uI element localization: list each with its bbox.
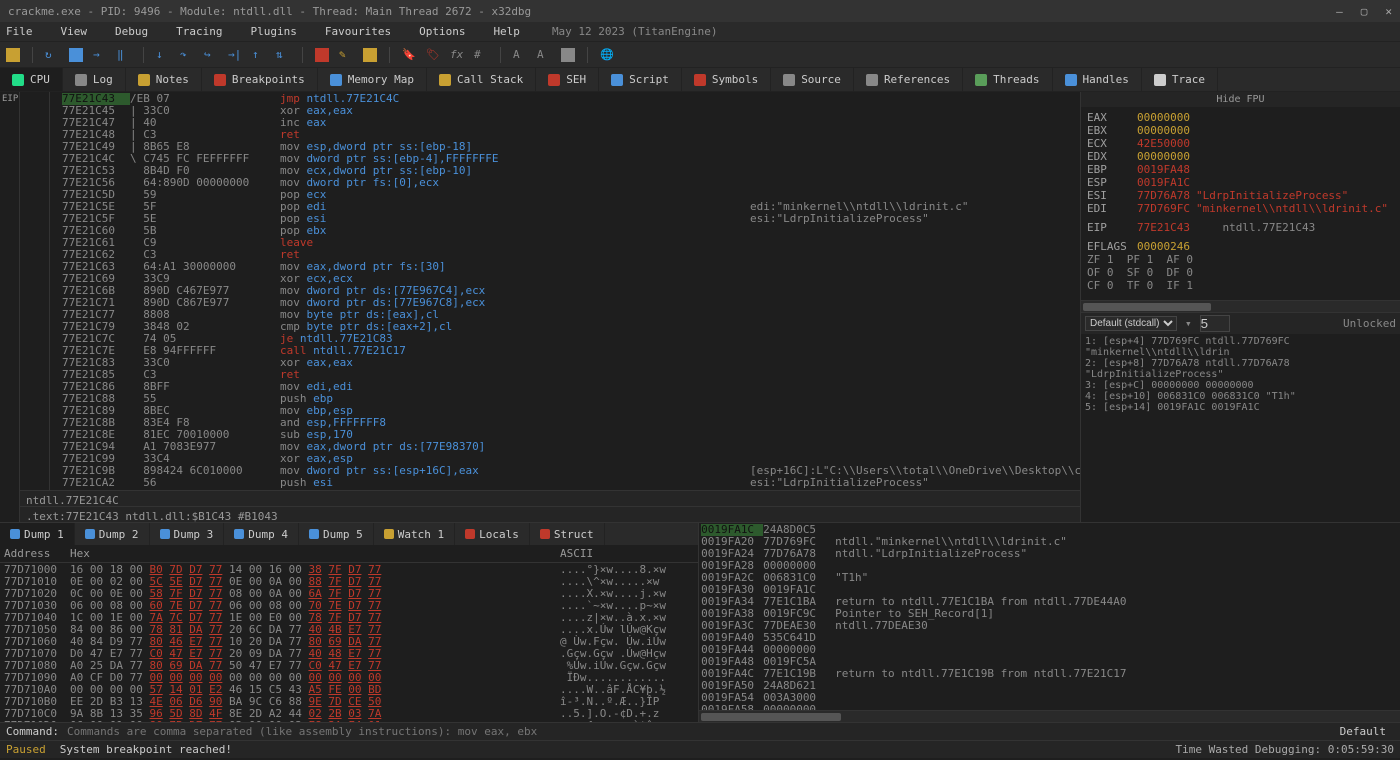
tab-threads[interactable]: Threads bbox=[963, 68, 1052, 91]
step-up-icon[interactable]: ↑ bbox=[252, 48, 266, 62]
run-icon[interactable]: → bbox=[93, 48, 107, 62]
comment-icon[interactable] bbox=[363, 48, 377, 62]
menu-plugins[interactable]: Plugins bbox=[250, 25, 296, 38]
dump-tab-dump-4[interactable]: Dump 4 bbox=[224, 523, 299, 545]
fx-icon[interactable]: fx bbox=[450, 48, 464, 62]
hide-fpu-button[interactable]: Hide FPU bbox=[1081, 92, 1400, 107]
maximize-icon[interactable]: ▢ bbox=[1361, 5, 1368, 18]
hex-dump[interactable]: 77D7100016 00 18 00 B0 7D D7 77 14 00 16… bbox=[0, 563, 698, 722]
stack-view[interactable]: 0019FA1C24A8D0C50019FA2077D769FCntdll."m… bbox=[699, 523, 1400, 710]
status-paused: Paused bbox=[6, 743, 46, 756]
tab-trace[interactable]: Trace bbox=[1142, 68, 1218, 91]
step-out-icon[interactable]: ↪ bbox=[204, 48, 218, 62]
command-label: Command: bbox=[6, 725, 59, 738]
menu-debug[interactable]: Debug bbox=[115, 25, 148, 38]
call-convention-bar: Default (stdcall) ▾ Unlocked bbox=[1081, 312, 1400, 334]
tab-symbols[interactable]: Symbols bbox=[682, 68, 771, 91]
tab-memory-map[interactable]: Memory Map bbox=[318, 68, 427, 91]
tab-breakpoints[interactable]: Breakpoints bbox=[202, 68, 318, 91]
unlock-label[interactable]: Unlocked bbox=[1343, 317, 1396, 330]
eip-indicator: EIP bbox=[0, 92, 20, 522]
dump-header: Address Hex ASCII bbox=[0, 545, 698, 563]
tab-log[interactable]: Log bbox=[63, 68, 126, 91]
title-bar: crackme.exe - PID: 9496 - Module: ntdll.… bbox=[0, 0, 1400, 22]
tab-references[interactable]: References bbox=[854, 68, 963, 91]
bookmark-icon[interactable]: 🔖 bbox=[402, 48, 416, 62]
registers-panel[interactable]: EAX00000000EBX00000000ECX42E50000EDX0000… bbox=[1081, 107, 1400, 300]
info-bar-1: ntdll.77E21C4C bbox=[20, 490, 1080, 506]
dump-tab-locals[interactable]: Locals bbox=[455, 523, 530, 545]
info-bar-2: .text:77E21C43 ntdll.dll:$B1C43 #B1043 bbox=[20, 506, 1080, 522]
dump-tab-struct[interactable]: Struct bbox=[530, 523, 605, 545]
menu-favourites[interactable]: Favourites bbox=[325, 25, 391, 38]
label-icon[interactable]: 🏷 bbox=[426, 48, 440, 62]
tab-call-stack[interactable]: Call Stack bbox=[427, 68, 536, 91]
dump-tabs: Dump 1Dump 2Dump 3Dump 4Dump 5Watch 1Loc… bbox=[0, 523, 698, 545]
hash-icon[interactable]: # bbox=[474, 48, 488, 62]
breakpoint-gutter[interactable] bbox=[50, 92, 62, 490]
toolbar: ↻ → ‖ ↓ ↷ ↪ →| ↑ ⇅ ✎ 🔖 🏷 fx # A A 🌐 bbox=[0, 42, 1400, 68]
menu-bar: File View Debug Tracing Plugins Favourites Opt… bbox=[0, 22, 1400, 42]
tab-script[interactable]: Script bbox=[599, 68, 682, 91]
reg-scrollbar[interactable] bbox=[1081, 300, 1400, 312]
arg-count-input[interactable] bbox=[1200, 315, 1230, 332]
close-icon[interactable]: ✕ bbox=[1385, 5, 1392, 18]
open-icon[interactable] bbox=[6, 48, 20, 62]
restart-icon[interactable]: ↻ bbox=[45, 48, 59, 62]
comment-column: edi:"minkernel\\ntdll\\ldrinit.c"esi:"Ld… bbox=[750, 92, 1080, 490]
dump-tab-dump-3[interactable]: Dump 3 bbox=[150, 523, 225, 545]
patch-icon[interactable] bbox=[315, 48, 329, 62]
font2-icon[interactable]: A bbox=[537, 48, 551, 62]
menu-view[interactable]: View bbox=[61, 25, 88, 38]
jump-arrows bbox=[20, 92, 50, 490]
view-tabs: CPULogNotesBreakpointsMemory MapCall Sta… bbox=[0, 68, 1400, 92]
time-wasted: Time Wasted Debugging: 0:05:59:30 bbox=[1175, 743, 1394, 756]
tab-notes[interactable]: Notes bbox=[126, 68, 202, 91]
command-bar: Command: Default bbox=[0, 722, 1400, 740]
globe-icon[interactable]: 🌐 bbox=[600, 48, 614, 62]
default-button[interactable]: Default bbox=[1332, 725, 1394, 738]
build-date: May 12 2023 (TitanEngine) bbox=[552, 25, 718, 38]
calc-icon[interactable] bbox=[561, 48, 575, 62]
tab-source[interactable]: Source bbox=[771, 68, 854, 91]
disassembly-panel: 77E21C43/EB 07 jmp ntdll.77E21C4C77E21C4… bbox=[20, 92, 1080, 522]
status-message: System breakpoint reached! bbox=[60, 743, 232, 756]
font-icon[interactable]: A bbox=[513, 48, 527, 62]
tab-handles[interactable]: Handles bbox=[1053, 68, 1142, 91]
window-title: crackme.exe - PID: 9496 - Module: ntdll.… bbox=[8, 5, 531, 18]
step-over-icon[interactable]: ↷ bbox=[180, 48, 194, 62]
argument-list[interactable]: 1: [esp+4] 77D769FC ntdll.77D769FC "mink… bbox=[1081, 334, 1400, 523]
dump-tab-dump-2[interactable]: Dump 2 bbox=[75, 523, 150, 545]
minimize-icon[interactable]: — bbox=[1336, 5, 1343, 18]
trace-icon[interactable]: ⇅ bbox=[276, 48, 290, 62]
step-into-icon[interactable]: ↓ bbox=[156, 48, 170, 62]
stop-icon[interactable] bbox=[69, 48, 83, 62]
dump-tab-dump-5[interactable]: Dump 5 bbox=[299, 523, 374, 545]
menu-options[interactable]: Options bbox=[419, 25, 465, 38]
command-input[interactable] bbox=[67, 725, 1324, 738]
menu-file[interactable]: File bbox=[6, 25, 33, 38]
tab-seh[interactable]: SEH bbox=[536, 68, 599, 91]
status-bar: Paused System breakpoint reached! Time W… bbox=[0, 740, 1400, 758]
run-to-icon[interactable]: →| bbox=[228, 48, 242, 62]
edit-icon[interactable]: ✎ bbox=[339, 48, 353, 62]
dump-tab-watch-1[interactable]: Watch 1 bbox=[374, 523, 455, 545]
menu-help[interactable]: Help bbox=[493, 25, 520, 38]
disassembly-rows[interactable]: 77E21C43/EB 07 jmp ntdll.77E21C4C77E21C4… bbox=[62, 92, 750, 490]
stack-scrollbar[interactable] bbox=[699, 710, 1400, 722]
callconv-select[interactable]: Default (stdcall) bbox=[1085, 316, 1177, 331]
menu-tracing[interactable]: Tracing bbox=[176, 25, 222, 38]
dump-tab-dump-1[interactable]: Dump 1 bbox=[0, 523, 75, 545]
pause-icon[interactable]: ‖ bbox=[117, 48, 131, 62]
tab-cpu[interactable]: CPU bbox=[0, 68, 63, 91]
